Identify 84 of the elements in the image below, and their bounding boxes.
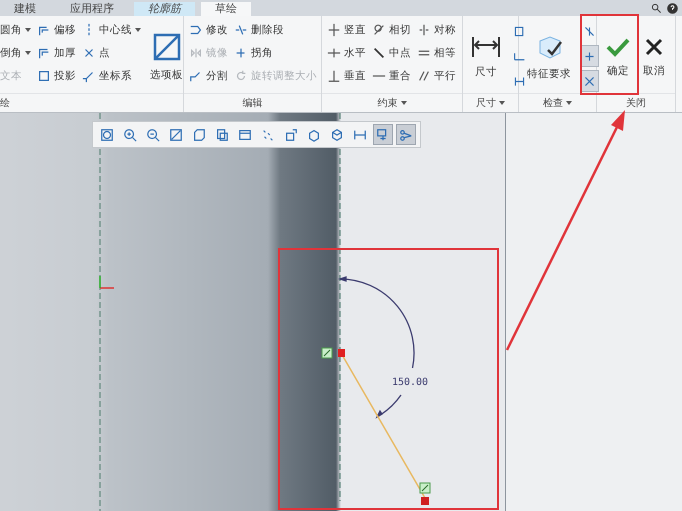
display-style-icon xyxy=(192,128,206,142)
group-label: 绘 xyxy=(0,97,10,110)
ribbon-command[interactable]: 投影 xyxy=(37,66,76,86)
ribbon-command[interactable]: 相切 xyxy=(372,20,411,40)
appearance-icon xyxy=(307,128,321,142)
constraint-marker xyxy=(420,482,430,494)
spin-center-icon xyxy=(284,128,298,142)
vertical-constraint-icon xyxy=(327,23,341,37)
modify-icon xyxy=(189,23,203,37)
view-manager-icon xyxy=(238,128,252,142)
group-label: 约束 xyxy=(378,96,398,110)
mirror-icon xyxy=(189,46,203,60)
sketch-display-button[interactable] xyxy=(373,124,393,145)
highlight-icon xyxy=(583,24,596,38)
ribbon-command[interactable]: 坐标系 xyxy=(82,66,141,86)
dimension-value[interactable]: 150.00 xyxy=(392,377,428,388)
ribbon-tab[interactable]: 应用程序 xyxy=(56,2,128,16)
feature-requirements-button[interactable]: 特征要求 xyxy=(524,20,574,93)
caret-icon[interactable] xyxy=(566,101,572,105)
ribbon-command[interactable]: 垂直 xyxy=(327,66,366,86)
ribbon-command[interactable]: 水平 xyxy=(327,43,366,63)
ribbon-tab[interactable]: 建模 xyxy=(0,2,50,16)
ribbon-command[interactable]: 圆角 xyxy=(0,20,31,40)
dimension-button[interactable]: 尺寸 xyxy=(468,20,504,93)
dimension-small-icon xyxy=(513,24,526,38)
zoom-in-icon xyxy=(123,128,137,142)
reference-icon xyxy=(513,74,526,88)
ribbon-command[interactable]: 竖直 xyxy=(327,20,366,40)
ribbon-command[interactable]: 倒角 xyxy=(0,43,31,63)
parallel-icon xyxy=(417,69,431,83)
ribbon-command[interactable]: 对称 xyxy=(417,20,456,40)
rotate-resize-icon xyxy=(234,69,248,83)
symmetric-icon xyxy=(417,23,431,37)
ribbon-tab[interactable]: 草绘 xyxy=(201,2,251,16)
ribbon-command[interactable]: 中心线 xyxy=(82,20,141,40)
coordinate-axis-icon xyxy=(99,276,114,289)
ribbon-command[interactable]: 中点 xyxy=(372,43,411,63)
datum-display-icon xyxy=(261,128,275,142)
caret-icon[interactable] xyxy=(499,101,505,105)
palette-icon xyxy=(152,32,182,62)
midpoint-icon xyxy=(372,46,386,60)
delete-segment-icon xyxy=(234,23,248,37)
endpoint-marker xyxy=(338,349,345,357)
group-label: 检查 xyxy=(543,96,563,110)
palette-button[interactable]: 选项板 xyxy=(147,20,186,93)
sketch-constraints-button[interactable] xyxy=(396,124,416,145)
shade-icon xyxy=(583,74,596,88)
endpoint-marker xyxy=(421,497,429,505)
group-label: 编辑 xyxy=(242,96,262,110)
ribbon-command[interactable]: 重合 xyxy=(372,66,411,86)
ribbon-command[interactable]: 分割 xyxy=(189,66,228,86)
ribbon-command[interactable]: 修改 xyxy=(189,20,228,40)
perpendicular-icon xyxy=(327,69,341,83)
tangent-icon xyxy=(372,23,386,37)
constraint-marker xyxy=(322,348,332,358)
sketch-constraints-icon xyxy=(399,128,413,142)
zoom-fit-icon xyxy=(100,128,114,142)
ok-button[interactable]: 确定 xyxy=(602,20,634,93)
group-label: 尺寸 xyxy=(476,96,496,110)
ribbon-command[interactable]: 相等 xyxy=(417,43,456,63)
annotation-icon xyxy=(330,128,344,142)
caret-icon[interactable] xyxy=(400,101,406,105)
overlap-icon xyxy=(583,50,596,62)
horizontal-constraint-icon xyxy=(327,46,341,60)
ribbon-tab[interactable]: 轮廓筋 xyxy=(134,2,195,16)
dimension-icon xyxy=(471,34,501,58)
zoom-out-icon xyxy=(146,128,160,142)
ribbon-command[interactable]: 加厚 xyxy=(37,43,76,63)
group-label: 关闭 xyxy=(626,96,646,110)
coordinate-system-icon xyxy=(82,69,96,83)
help-icon xyxy=(667,2,678,14)
search-icon xyxy=(651,2,662,14)
repaint-icon xyxy=(169,128,183,142)
sketch-view-icon xyxy=(353,128,367,142)
ribbon-command[interactable]: 删除段 xyxy=(234,20,317,40)
square-icon xyxy=(37,69,51,83)
saved-views-icon xyxy=(215,128,229,142)
thicken-icon xyxy=(37,46,51,60)
split-icon xyxy=(189,69,203,83)
ribbon-command[interactable]: 平行 xyxy=(417,66,456,86)
ribbon-command[interactable]: 拐角 xyxy=(234,43,317,63)
ribbon-command[interactable]: 偏移 xyxy=(37,20,76,40)
cancel-button[interactable]: 取消 xyxy=(640,20,668,93)
ribbon-command[interactable]: 点 xyxy=(82,43,141,63)
